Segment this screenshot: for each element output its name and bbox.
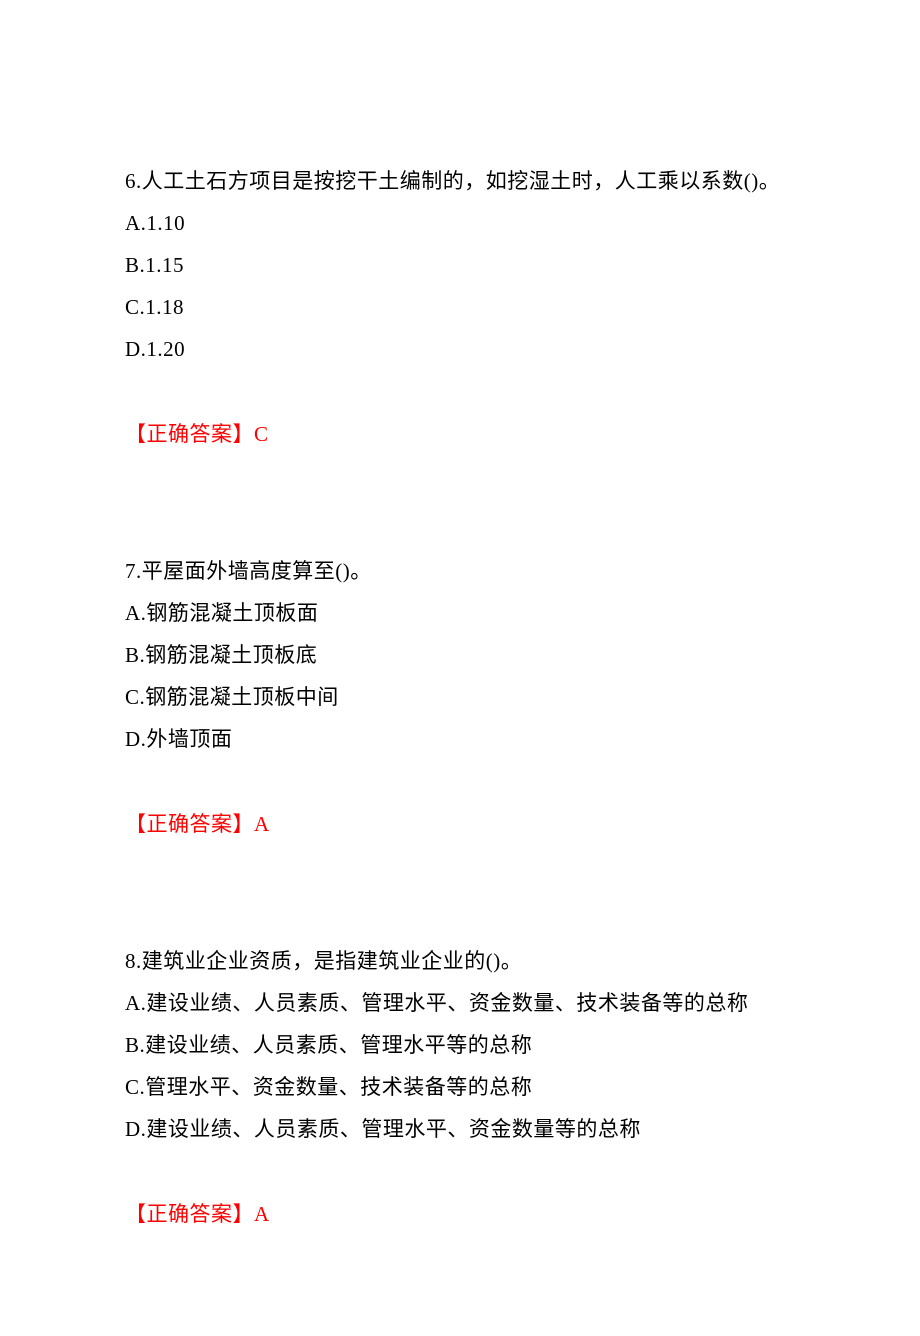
answer-line: 【正确答案】A — [125, 1193, 795, 1235]
option-c: C.钢筋混凝土顶板中间 — [125, 676, 795, 718]
option-c: C.管理水平、资金数量、技术装备等的总称 — [125, 1066, 795, 1108]
question-stem: 8.建筑业企业资质，是指建筑业企业的()。 — [125, 940, 795, 982]
option-b: B.钢筋混凝土顶板底 — [125, 634, 795, 676]
answer-label: 【正确答案】 — [125, 422, 254, 446]
answer-label: 【正确答案】 — [125, 812, 254, 836]
answer-value: A — [254, 1202, 270, 1226]
question-stem: 6.人工土石方项目是按挖干土编制的，如挖湿土时，人工乘以系数()。 — [125, 160, 795, 202]
question-stem: 7.平屋面外墙高度算至()。 — [125, 550, 795, 592]
answer-value: A — [254, 812, 270, 836]
option-a: A.建设业绩、人员素质、管理水平、资金数量、技术装备等的总称 — [125, 982, 795, 1024]
question-7: 7.平屋面外墙高度算至()。 A.钢筋混凝土顶板面 B.钢筋混凝土顶板底 C.钢… — [125, 550, 795, 845]
option-b: B.1.15 — [125, 244, 795, 286]
answer-label: 【正确答案】 — [125, 1202, 254, 1226]
option-d: D.建设业绩、人员素质、管理水平、资金数量等的总称 — [125, 1108, 795, 1150]
answer-line: 【正确答案】C — [125, 413, 795, 455]
option-d: D.1.20 — [125, 328, 795, 370]
question-8: 8.建筑业企业资质，是指建筑业企业的()。 A.建设业绩、人员素质、管理水平、资… — [125, 940, 795, 1235]
option-a: A.钢筋混凝土顶板面 — [125, 592, 795, 634]
option-c: C.1.18 — [125, 286, 795, 328]
page-content: 6.人工土石方项目是按挖干土编制的，如挖湿土时，人工乘以系数()。 A.1.10… — [0, 0, 920, 1336]
answer-line: 【正确答案】A — [125, 803, 795, 845]
option-a: A.1.10 — [125, 202, 795, 244]
option-b: B.建设业绩、人员素质、管理水平等的总称 — [125, 1024, 795, 1066]
question-6: 6.人工土石方项目是按挖干土编制的，如挖湿土时，人工乘以系数()。 A.1.10… — [125, 160, 795, 455]
answer-value: C — [254, 422, 269, 446]
option-d: D.外墙顶面 — [125, 718, 795, 760]
